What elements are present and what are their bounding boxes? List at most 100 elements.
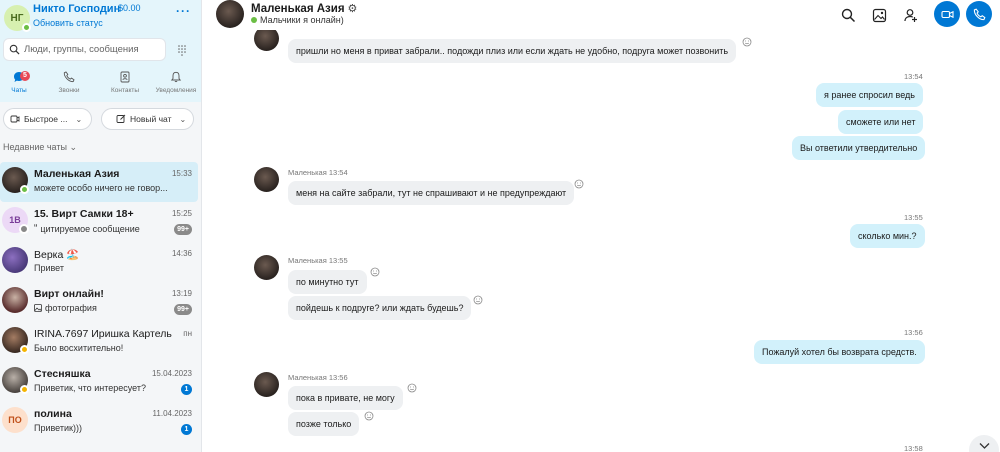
search-button[interactable] — [836, 3, 860, 27]
search-icon — [9, 44, 20, 55]
chat-preview: “цитируемое сообщение — [34, 223, 140, 234]
chat-time: 13:19 — [171, 289, 192, 298]
message-bubble[interactable]: сможете или нет — [838, 110, 924, 134]
chat-list: Маленькая Азия 15:33 можете особо ничего… — [0, 162, 201, 442]
chat-item[interactable]: Маленькая Азия 15:33 можете особо ничего… — [0, 162, 198, 202]
message-meta: Маленькая 13:54 — [288, 168, 348, 177]
chat-time: 15:25 — [171, 209, 192, 218]
sender-avatar — [254, 255, 279, 280]
message-bubble[interactable]: я ранее спросил ведь — [816, 83, 923, 107]
chat-item[interactable]: IRINA.7697 Иришка Картель пн Было восхит… — [0, 322, 198, 362]
my-name[interactable]: Никто Господин — [33, 3, 120, 15]
quick-action-icon — [10, 115, 20, 123]
reaction-icon[interactable] — [407, 383, 417, 393]
chat-name: 15. Вирт Самки 18+ — [34, 208, 134, 220]
chat-item[interactable]: Верка 🏖️ 14:36 Привет — [0, 242, 198, 282]
presence-indicator — [251, 17, 257, 23]
message-bubble[interactable]: сколько мин.? — [850, 224, 925, 248]
message-time: 13:54 — [904, 72, 923, 81]
search-box[interactable] — [3, 38, 166, 61]
message-bubble[interactable]: пойдешь к подруге? или ждать будешь? — [288, 296, 472, 320]
message-bubble[interactable]: Пожалуй хотел бы возврата средств. — [754, 340, 925, 364]
message-time: 13:55 — [904, 213, 923, 222]
gallery-icon — [872, 8, 886, 22]
message-bubble[interactable]: пока в привате, не могу — [288, 386, 403, 410]
reaction-icon[interactable] — [473, 295, 483, 305]
nav-chats[interactable]: 5 Чаты — [0, 68, 38, 102]
message-list: пришли но меня в приват забрали.. подожд… — [202, 30, 1000, 452]
avatar — [2, 167, 29, 194]
chats-badge: 5 — [20, 71, 30, 81]
conversation-title-text: Маленькая Азия — [251, 3, 345, 15]
presence-indicator — [20, 385, 29, 394]
dialpad-icon — [178, 45, 186, 56]
reaction-icon[interactable] — [364, 411, 374, 421]
unread-badge: 1 — [181, 424, 192, 435]
unread-badge: 99+ — [174, 224, 192, 235]
nav-label: Чаты — [11, 87, 27, 94]
video-call-icon — [940, 10, 954, 18]
message-bubble[interactable]: пришли но меня в приват забрали.. подожд… — [288, 39, 737, 63]
group-indicator — [19, 224, 29, 234]
chat-time: 15:33 — [171, 169, 192, 178]
chat-preview: Приветик, что интересует? — [34, 383, 146, 393]
call-button[interactable] — [966, 1, 992, 27]
conversation-subtitle: Мальчики я онлайн) — [251, 15, 344, 25]
chat-item[interactable]: Стесняшка 15.04.2023 Приветик, что интер… — [0, 362, 198, 402]
my-avatar[interactable]: НГ — [4, 5, 31, 32]
presence-indicator — [20, 185, 29, 194]
avatar — [2, 327, 29, 354]
chat-name: Вирт онлайн! — [34, 288, 104, 300]
chat-preview-text: Было восхитительно! — [34, 343, 124, 353]
chat-time: 11.04.2023 — [152, 409, 192, 418]
video-call-button[interactable] — [934, 1, 960, 27]
message-bubble[interactable]: позже только — [288, 412, 360, 436]
balance[interactable]: $0.00 — [118, 3, 141, 13]
chat-preview-text: цитируемое сообщение — [40, 223, 140, 234]
chat-name: полина — [34, 408, 72, 420]
chat-preview: Привет — [34, 263, 64, 273]
compose-icon — [116, 114, 126, 123]
reaction-icon[interactable] — [574, 179, 584, 189]
unread-badge: 1 — [181, 384, 192, 395]
nav-notifications[interactable]: Уведомления — [150, 68, 201, 102]
message-bubble[interactable]: меня на сайте забрали, тут не спрашивают… — [288, 181, 575, 205]
dialpad-button[interactable] — [172, 40, 192, 60]
reaction-icon[interactable] — [742, 37, 752, 47]
quote-icon: “ — [34, 223, 38, 234]
presence-indicator — [20, 345, 29, 354]
chat-preview: Приветик))) — [34, 423, 82, 433]
reaction-icon[interactable] — [370, 267, 380, 277]
chat-preview: можете особо ничего не говор... — [34, 183, 168, 193]
nav-calls[interactable]: Звонки — [38, 68, 100, 102]
sender-avatar — [254, 167, 279, 192]
settings-icon[interactable]: ⚙ — [348, 2, 358, 15]
recent-chats-header[interactable]: Недавние чаты ⌄ — [3, 142, 77, 153]
contacts-icon — [120, 71, 130, 83]
chat-item[interactable]: 1В 15. Вирт Самки 18+ 15:25 “цитируемое … — [0, 202, 198, 242]
chat-preview-text: можете особо ничего не говор... — [34, 183, 168, 193]
chat-time: 14:36 — [171, 249, 192, 258]
avatar: ПО — [2, 407, 28, 433]
message-bubble[interactable]: Вы ответили утвердительно — [792, 136, 926, 160]
recent-chats-label: Недавние чаты — [3, 142, 67, 152]
chat-item[interactable]: Вирт онлайн! 13:19 фотография 99+ — [0, 282, 198, 322]
conversation-title[interactable]: Маленькая Азия ⚙ — [251, 2, 357, 15]
quick-action-button[interactable]: Быстрое ... ⌄ — [3, 108, 92, 130]
nav-contacts[interactable]: Контакты — [100, 68, 150, 102]
more-icon[interactable]: ··· — [176, 4, 191, 18]
message-bubble[interactable]: по минутно тут — [288, 270, 367, 294]
update-status-link[interactable]: Обновить статус — [33, 18, 103, 28]
message-time: 13:58 — [904, 444, 923, 452]
search-icon — [841, 8, 855, 22]
profile-panel: НГ Никто Господин $0.00 Обновить статус … — [0, 0, 201, 102]
chat-preview-text: фотография — [45, 303, 97, 313]
add-person-button[interactable] — [898, 3, 922, 27]
add-person-icon — [903, 8, 917, 22]
chat-item[interactable]: ПО полина 11.04.2023 Приветик))) 1 — [0, 402, 198, 442]
new-chat-button[interactable]: Новый чат ⌄ — [101, 108, 194, 130]
search-input[interactable] — [24, 44, 164, 55]
chat-time: пн — [183, 329, 192, 338]
conversation-avatar[interactable] — [216, 0, 244, 28]
gallery-button[interactable] — [867, 3, 891, 27]
